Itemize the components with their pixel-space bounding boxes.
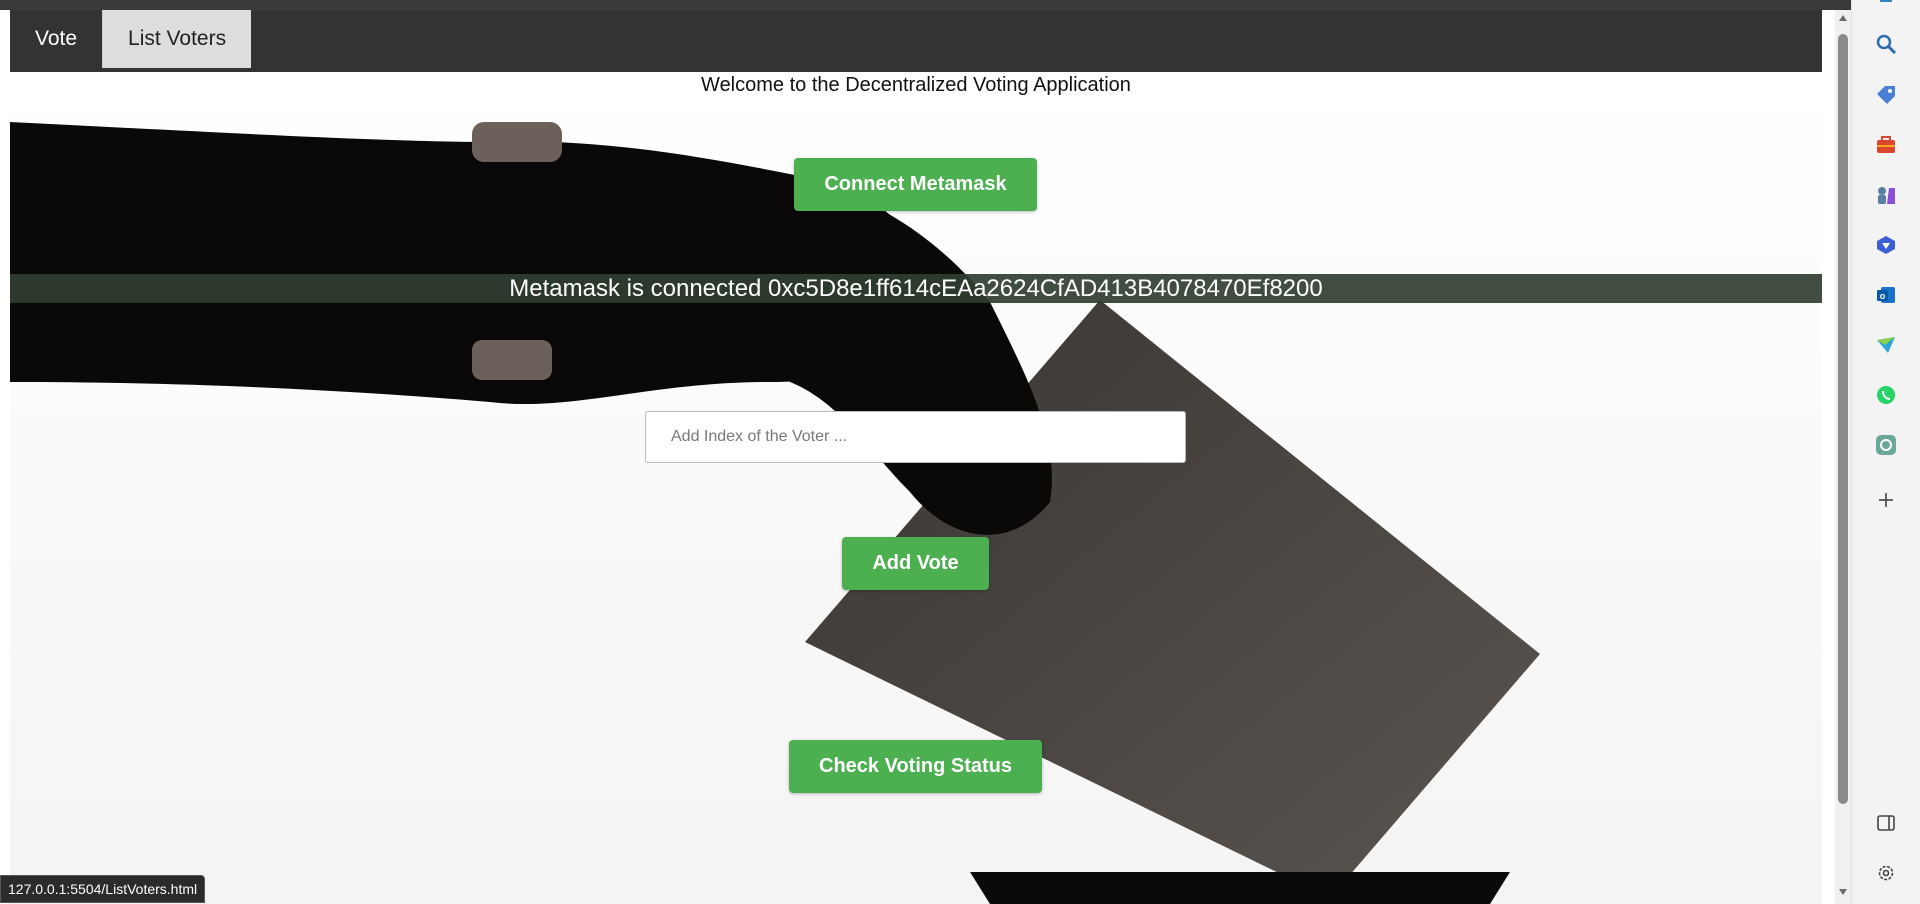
copilot-icon[interactable] [1874, 233, 1898, 257]
games-icon[interactable] [1874, 183, 1898, 207]
metamask-connected-status: Metamask is connected 0xc5D8e1ff614cEAa2… [10, 274, 1822, 303]
settings-icon[interactable] [1874, 861, 1898, 885]
tag-icon[interactable] [1874, 83, 1898, 107]
voter-index-input[interactable] [645, 411, 1186, 463]
scroll-up-arrow-icon[interactable] [1838, 12, 1848, 24]
briefcase-icon[interactable] [1874, 133, 1898, 157]
connect-metamask-button[interactable]: Connect Metamask [794, 158, 1037, 211]
add-icon[interactable] [1874, 488, 1898, 512]
add-vote-button[interactable]: Add Vote [842, 537, 989, 590]
notification-icon[interactable] [1874, 0, 1898, 16]
chatgpt-icon[interactable] [1874, 433, 1898, 457]
svg-text:o: o [1880, 291, 1886, 301]
scrollbar-thumb[interactable] [1838, 34, 1848, 804]
scroll-down-arrow-icon[interactable] [1838, 886, 1848, 898]
whatsapp-icon[interactable] [1874, 383, 1898, 407]
check-voting-status-button[interactable]: Check Voting Status [789, 740, 1042, 793]
status-bar-url: 127.0.0.1:5504/ListVoters.html [0, 875, 206, 903]
browser-top-bar [0, 0, 1920, 10]
welcome-heading: Welcome to the Decentralized Voting Appl… [701, 74, 1131, 96]
sidebar-toggle-icon[interactable] [1874, 811, 1898, 835]
navbar: Vote List Voters [10, 10, 1822, 72]
search-icon[interactable] [1874, 32, 1898, 56]
tab-list-voters[interactable]: List Voters [102, 10, 252, 68]
send-icon[interactable] [1874, 333, 1898, 357]
outlook-icon[interactable]: o [1874, 283, 1898, 307]
tab-vote[interactable]: Vote [10, 10, 102, 68]
